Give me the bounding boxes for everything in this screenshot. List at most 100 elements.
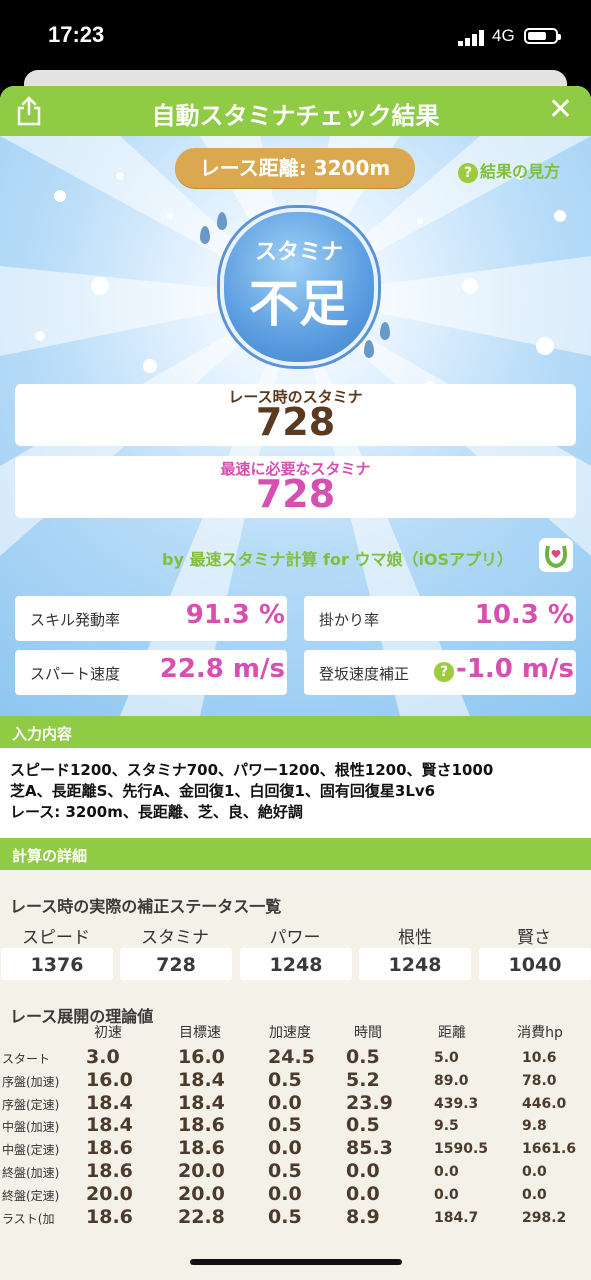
spurt-speed-value: 22.8 m/s (159, 654, 285, 684)
table-cell: 89.0 (434, 1072, 469, 1089)
table-cell: 9.5 (434, 1118, 459, 1135)
table-cell: 9.8 (522, 1118, 547, 1135)
stat-value: 1040 (479, 948, 591, 980)
row-label: 序盤(定速) (2, 1097, 60, 1112)
help-icon: ? (458, 163, 478, 183)
table-cell: 1590.5 (434, 1141, 489, 1158)
table-cell: 18.4 (86, 1114, 133, 1137)
stat-header: 賢さ (517, 928, 551, 948)
table-cell: 18.6 (178, 1114, 225, 1137)
table-cell: 10.6 (522, 1050, 557, 1066)
row-label: 終盤(定速) (2, 1188, 60, 1203)
app-credit-link[interactable]: by 最速スタミナ計算 for ウマ娘（iOSアプリ） (162, 546, 513, 570)
network-type: 4G (492, 26, 515, 45)
table-cell: 1661.6 (522, 1141, 577, 1158)
table-cell: 22.8 (178, 1205, 225, 1228)
table-cell: 3.0 (86, 1046, 120, 1068)
column-header: 時間 (354, 1025, 382, 1041)
slope-help-icon[interactable]: ? (434, 662, 454, 682)
table-cell: 0.0 (522, 1186, 547, 1203)
input-line: スピード1200、スタミナ700、パワー1200、根性1200、賢さ1000 (10, 761, 494, 779)
verdict-subtitle: スタミナ (254, 240, 343, 265)
required-stamina-value: 728 (255, 472, 336, 516)
table-cell: 20.0 (178, 1160, 225, 1182)
stat-header: スピード (22, 928, 90, 948)
race-stamina-value: 728 (255, 400, 336, 444)
table-cell: 0.0 (522, 1164, 547, 1180)
table-cell: 0.0 (434, 1186, 459, 1203)
stat-value: 1248 (359, 948, 471, 980)
table-cell: 16.0 (178, 1046, 225, 1068)
water-drop-icon (364, 340, 374, 358)
help-link[interactable]: ? 結果の見方 (458, 158, 560, 183)
battery-icon (524, 28, 561, 44)
table-cell: 20.0 (178, 1182, 225, 1205)
column-header: 消費hp (517, 1025, 563, 1041)
column-header: 目標速 (179, 1025, 221, 1041)
table-cell: 24.5 (268, 1046, 315, 1068)
stat-value: 1376 (1, 948, 113, 980)
input-summary: スピード1200、スタミナ700、パワー1200、根性1200、賢さ1000 芝… (10, 760, 493, 823)
skill-rate-card: スキル発動率 91.3 % (15, 596, 287, 641)
row-label: スタート (2, 1052, 51, 1066)
kakari-rate-value: 10.3 % (474, 600, 574, 630)
table-cell: 16.0 (86, 1068, 133, 1091)
table-cell: 20.0 (86, 1182, 133, 1205)
water-drop-icon (200, 226, 210, 244)
corrected-stats-title: レース時の実際の補正ステータス一覧 (10, 897, 282, 916)
row-label: 中盤(加速) (2, 1120, 60, 1135)
result-sheet: 自動スタミナチェック結果 ✕ レース距離: 3200m ? 結果の見方 スタミナ… (0, 86, 591, 1280)
table-cell: 0.0 (346, 1182, 380, 1205)
race-distance-badge: レース距離: 3200m (175, 148, 415, 188)
slope-correction-label: 登坂速度補正 (319, 665, 410, 683)
stat-value: 728 (120, 948, 232, 980)
table-cell: 0.0 (268, 1137, 302, 1160)
table-cell: 439.3 (434, 1095, 479, 1112)
table-cell: 5.0 (434, 1050, 459, 1066)
table-cell: 184.7 (434, 1209, 479, 1226)
stat-header: スタミナ (141, 928, 209, 948)
skill-rate-label: スキル発動率 (30, 611, 121, 629)
spurt-speed-card: スパート速度 22.8 m/s (15, 650, 287, 695)
slope-correction-value: -1.0 m/s (456, 654, 574, 684)
table-cell: 5.2 (346, 1068, 380, 1091)
required-stamina-card: 最速に必要なスタミナ 728 (15, 456, 576, 518)
close-icon[interactable]: ✕ (548, 94, 573, 126)
table-cell: 18.6 (178, 1137, 225, 1160)
water-drop-icon (380, 322, 390, 340)
row-label: 終盤(加速) (2, 1166, 60, 1180)
details-section-title: 計算の詳細 (12, 847, 88, 865)
stat-header: パワー (269, 928, 321, 948)
input-section-header: 入力内容 (0, 716, 591, 748)
table-cell: 446.0 (522, 1095, 567, 1112)
table-cell: 18.6 (86, 1160, 133, 1182)
table-cell: 0.0 (268, 1091, 302, 1114)
kakari-rate-label: 掛かり率 (319, 611, 380, 629)
row-label: 中盤(定速) (2, 1143, 60, 1158)
verdict-main: 不足 (249, 275, 349, 333)
table-cell: 0.0 (346, 1160, 380, 1182)
status-bar: 17:23 4G (0, 0, 591, 75)
details-section-header: 計算の詳細 (0, 838, 591, 870)
column-header: 距離 (438, 1025, 466, 1041)
race-stamina-card: レース時のスタミナ 728 (15, 384, 576, 446)
input-line: 芝A、長距離S、先行A、金回復1、白回復1、固有回復星3Lv6 (10, 782, 436, 800)
input-line: レース: 3200m、長距離、芝、良、絶好調 (10, 803, 303, 821)
details-panel: レース時の実際の補正ステータス一覧 スピード スタミナ パワー 根性 賢さ 13… (0, 870, 591, 1280)
table-cell: 0.5 (268, 1205, 302, 1228)
column-header: 初速 (94, 1025, 122, 1041)
kakari-rate-card: 掛かり率 10.3 % (304, 596, 576, 641)
app-icon[interactable] (539, 538, 573, 572)
table-cell: 8.9 (346, 1205, 380, 1228)
table-cell: 0.5 (268, 1114, 302, 1137)
signal-icon (458, 30, 484, 46)
table-cell: 0.5 (346, 1046, 380, 1068)
status-time: 17:23 (48, 22, 105, 47)
table-cell: 0.5 (346, 1114, 380, 1137)
page-title: 自動スタミナチェック結果 (151, 102, 440, 130)
table-cell: 18.6 (86, 1205, 133, 1228)
table-cell: 0.0 (434, 1164, 459, 1180)
table-cell: 298.2 (522, 1209, 567, 1226)
table-cell: 0.5 (268, 1068, 302, 1091)
stamina-verdict-badge: スタミナ 不足 (220, 208, 378, 366)
